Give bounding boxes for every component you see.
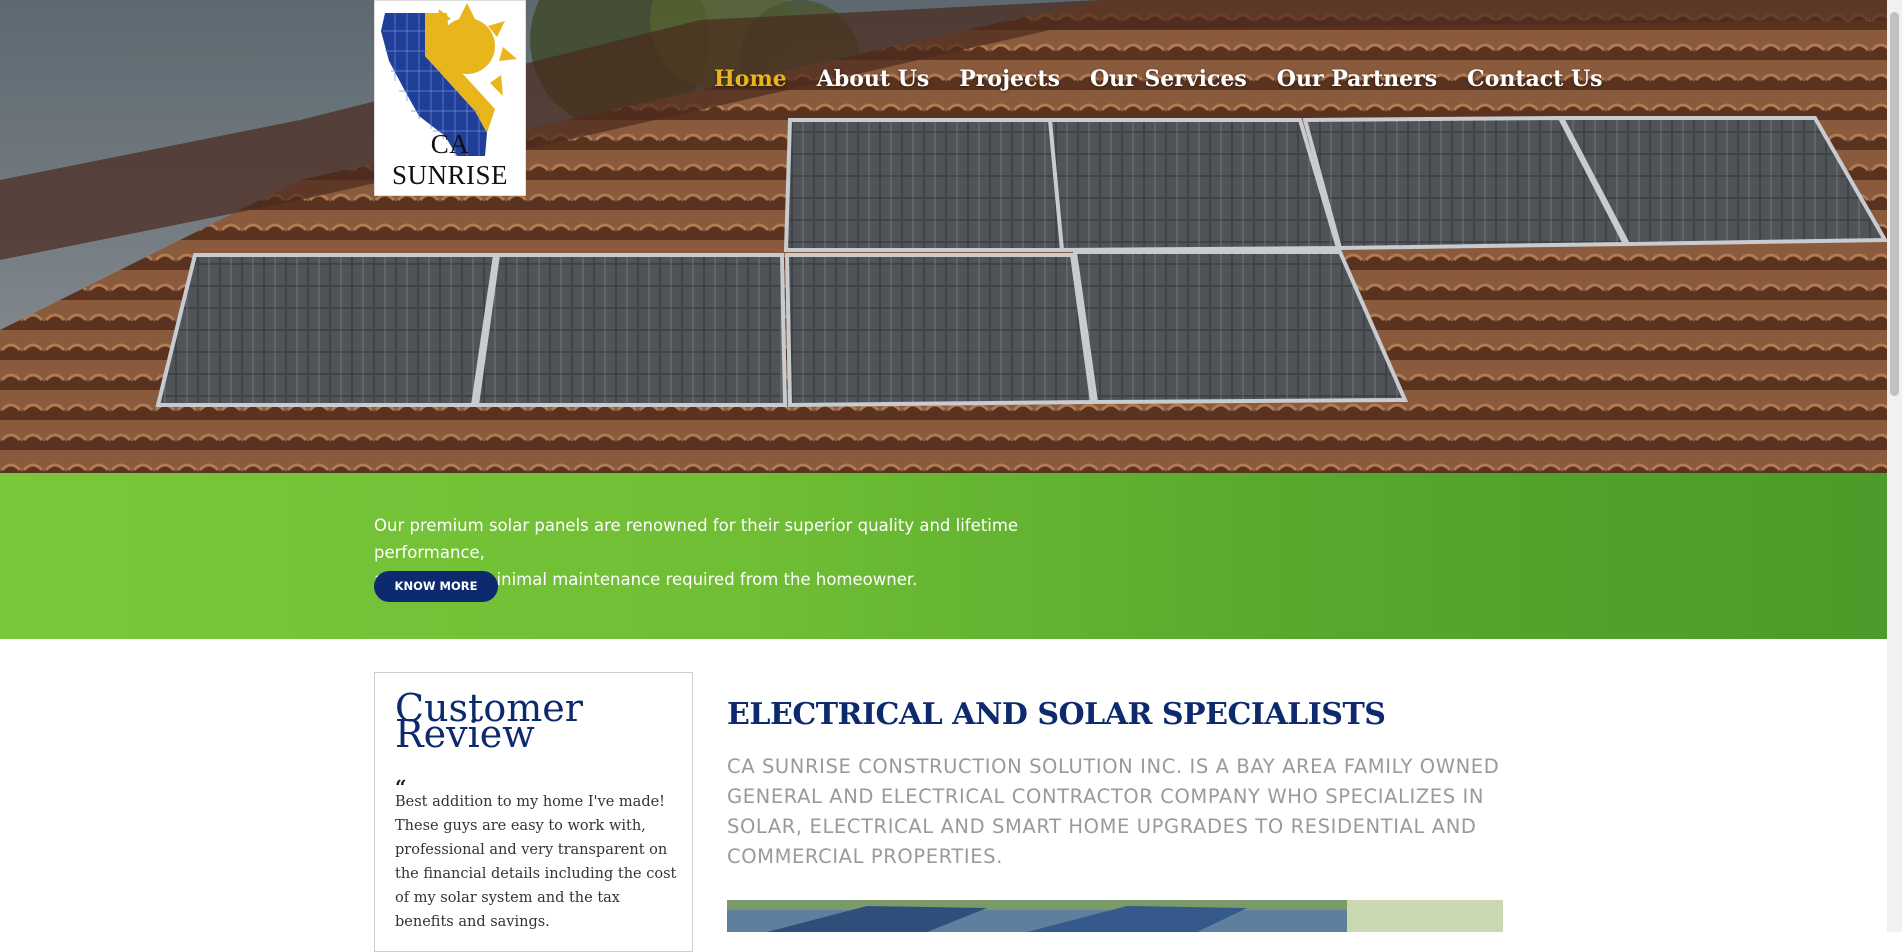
company-description: CA SUNRISE CONSTRUCTION SOLUTION INC. IS… [727, 755, 1500, 868]
page-scrollbar[interactable] [1887, 0, 1902, 932]
scrollbar-thumb[interactable] [1890, 12, 1899, 396]
project-photo [727, 900, 1503, 932]
nav-projects[interactable]: Projects [959, 60, 1060, 98]
company-logo[interactable]: CA SUNRISE [374, 0, 526, 196]
promo-band: Our premium solar panels are renowned fo… [0, 473, 1887, 639]
customer-review-card: Customer Review “ Best addition to my ho… [374, 672, 693, 952]
nav-contact-us[interactable]: Contact Us [1467, 60, 1602, 98]
review-text: Best addition to my home I've made! Thes… [395, 794, 677, 930]
main-navigation: Home About Us Projects Our Services Our … [714, 60, 1633, 98]
nav-home[interactable]: Home [714, 60, 787, 98]
promo-text-line-1: Our premium solar panels are renowned fo… [374, 516, 1019, 562]
section-heading: ELECTRICAL AND SOLAR SPECIALISTS [727, 697, 1386, 732]
nav-our-services[interactable]: Our Services [1090, 60, 1247, 98]
know-more-button[interactable]: KNOW MORE [374, 571, 498, 602]
nav-our-partners[interactable]: Our Partners [1277, 60, 1437, 98]
nav-about-us[interactable]: About Us [817, 60, 930, 98]
review-title: Customer Review [395, 686, 583, 756]
project-photo-image [727, 900, 1503, 932]
hero-banner: CA SUNRISE Home About Us Projects Our Se… [0, 0, 1887, 473]
logo-wordmark: CA SUNRISE [391, 129, 509, 190]
